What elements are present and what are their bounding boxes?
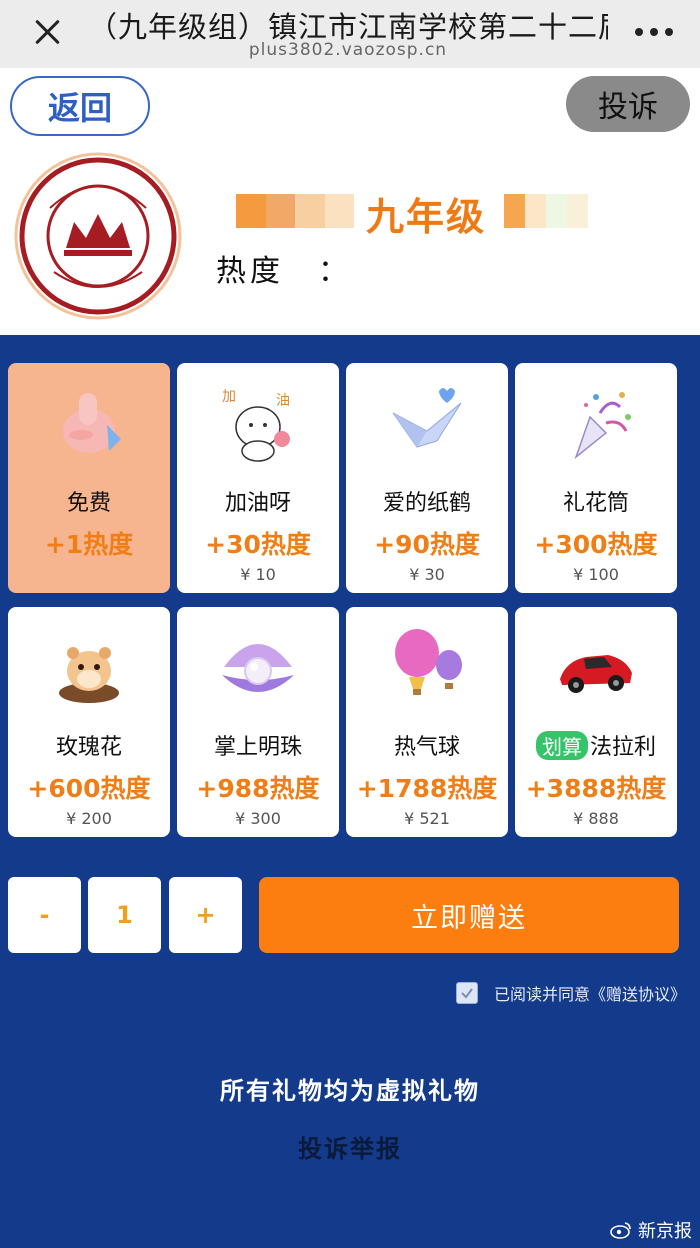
gift-name: 免费 [66, 491, 111, 516]
gift-card-balloon[interactable]: 热气球 +1788热度 ¥ 521 [346, 607, 508, 837]
gift-heat: +1788热度 [356, 774, 498, 803]
gift-grid: 免费 +1热度 加 油 加油呀 +30热度 ¥ 10 爱的纸鹤 +90热度 ¥ … [8, 363, 692, 837]
gift-name: 掌上明珠 [213, 735, 302, 760]
gift-heat: +300热度 [534, 530, 658, 559]
quantity-increase-button[interactable]: + [169, 877, 242, 953]
gift-price: ¥ 888 [573, 809, 619, 828]
pearl-shell-icon [218, 627, 298, 707]
gift-heat: +30热度 [205, 530, 311, 559]
gift-heat: +90热度 [374, 530, 480, 559]
more-dots-icon[interactable] [630, 18, 678, 46]
gift-name: 加油呀 [224, 491, 291, 516]
checkmark-icon [461, 988, 473, 999]
svg-text:加: 加 [222, 389, 236, 405]
virtual-gift-note: 所有礼物均为虚拟礼物 [220, 1077, 480, 1105]
redacted-block [236, 194, 354, 228]
red-car-icon [556, 627, 636, 707]
grade-label: 九年级 [366, 195, 487, 239]
agreement-link[interactable]: 已阅读并同意《赠送协议》 [494, 981, 686, 1005]
gift-name: 礼花筒 [562, 491, 629, 516]
gift-name: 热气球 [393, 735, 460, 760]
cheer-bear-icon: 加 油 [218, 383, 298, 463]
gift-name: 玫瑰花 [55, 735, 122, 760]
paper-crane-icon [387, 383, 467, 463]
school-logo-icon [14, 152, 182, 320]
quantity-value[interactable]: 1 [88, 877, 161, 953]
page-header: 返回 投诉 九年级 热度 ： [0, 68, 700, 335]
gift-heat: +3888热度 [525, 774, 667, 803]
gift-heat: +988热度 [196, 774, 320, 803]
hot-air-balloon-icon [387, 627, 467, 707]
redacted-block-tail [504, 194, 588, 228]
weibo-icon [610, 1222, 631, 1239]
gift-card-crane[interactable]: 爱的纸鹤 +90热度 ¥ 30 [346, 363, 508, 593]
gift-price: ¥ 10 [240, 565, 276, 584]
watermark: 新京报 [610, 1217, 692, 1243]
gift-card-popper[interactable]: 礼花筒 +300热度 ¥ 100 [515, 363, 677, 593]
gift-name: 爱的纸鹤 [382, 491, 471, 516]
thumbs-up-icon [49, 383, 129, 463]
browser-titlebar: （九年级组）镇江市江南学校第二十二届 plus3802.vaozosp.cn [0, 0, 700, 68]
page-url: plus3802.vaozosp.cn [248, 40, 448, 60]
agreement-checkbox[interactable] [456, 982, 478, 1004]
bargain-badge: 划算 [535, 731, 588, 760]
gift-panel: 免费 +1热度 加 油 加油呀 +30热度 ¥ 10 爱的纸鹤 +90热度 ¥ … [0, 335, 700, 1248]
report-button[interactable]: 投诉 [566, 76, 690, 132]
gift-name: 法拉利 [589, 735, 656, 760]
watermark-text: 新京报 [638, 1221, 692, 1242]
gift-card-ferrari[interactable]: 划算 法拉利 +3888热度 ¥ 888 [515, 607, 677, 837]
heat-label: 热度 ： [216, 254, 352, 289]
send-gift-button[interactable]: 立即赠送 [259, 877, 679, 953]
gift-heat: +600热度 [27, 774, 151, 803]
gift-card-pearl[interactable]: 掌上明珠 +988热度 ¥ 300 [177, 607, 339, 837]
gift-card-free[interactable]: 免费 +1热度 [8, 363, 170, 593]
agreement-row: 已阅读并同意《赠送协议》 [456, 979, 686, 1007]
quantity-decrease-button[interactable]: - [8, 877, 81, 953]
close-icon[interactable] [30, 14, 66, 50]
gift-name-row: 划算 法拉利 [515, 729, 677, 761]
svg-text:油: 油 [276, 393, 290, 409]
gift-price: ¥ 200 [66, 809, 112, 828]
complaint-report-link[interactable]: 投诉举报 [0, 1129, 700, 1164]
gift-price: ¥ 521 [404, 809, 450, 828]
back-button[interactable]: 返回 [10, 76, 150, 136]
gift-price: ¥ 300 [235, 809, 281, 828]
hamster-icon [49, 627, 129, 707]
gift-price: ¥ 30 [409, 565, 445, 584]
party-popper-icon [556, 383, 636, 463]
gift-card-cheer[interactable]: 加 油 加油呀 +30热度 ¥ 10 [177, 363, 339, 593]
gift-price: ¥ 100 [573, 565, 619, 584]
gift-card-rose[interactable]: 玫瑰花 +600热度 ¥ 200 [8, 607, 170, 837]
gift-heat: +1热度 [44, 530, 134, 559]
